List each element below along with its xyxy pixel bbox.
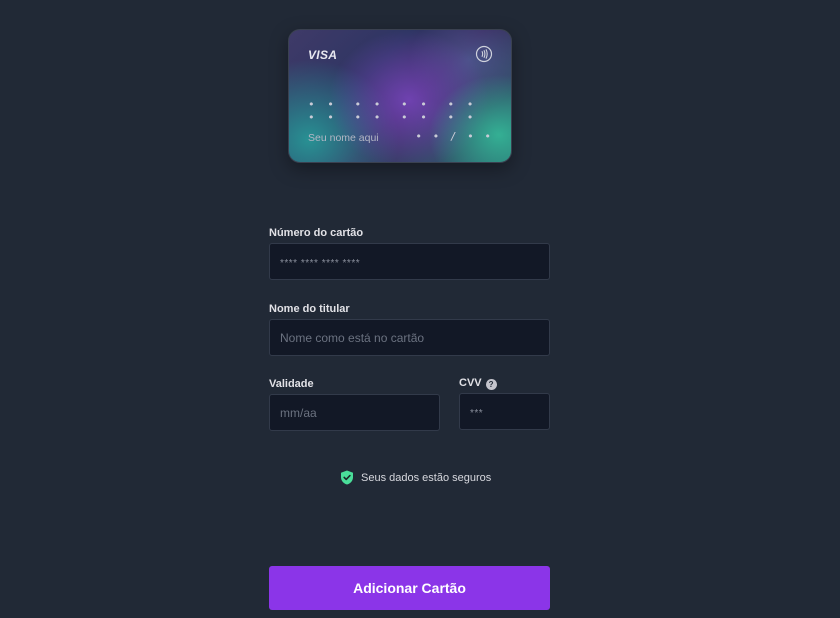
security-note: Seus dados estão seguros [340,470,491,485]
add-card-page: VISA • • • • • • • • • • • • • • • • Seu… [0,0,840,618]
expiry-label: Validade [269,378,314,390]
card-number-group: • • • • [354,98,384,124]
card-number-input[interactable] [269,243,550,280]
expiry-input[interactable] [269,394,440,431]
question-circle-icon[interactable]: ? [485,379,497,390]
cvv-label: CVV [459,377,482,389]
shield-check-icon [341,470,353,485]
card-expiry-preview: • • / • • [415,130,493,143]
card-holder-preview: Seu nome aqui [308,132,379,144]
add-card-button[interactable]: Adicionar Cartão [269,566,550,610]
holder-name-input[interactable] [269,319,550,356]
card-number-group: • • • • [401,98,430,124]
contactless-icon [475,45,493,63]
card-brand-logo: VISA [308,48,338,62]
card-preview: VISA • • • • • • • • • • • • • • • • Seu… [288,29,512,163]
card-number-label: Número do cartão [269,227,364,239]
cvv-input[interactable] [459,393,550,430]
holder-name-label: Nome do titular [269,303,350,315]
card-number-group: • • • • [308,98,337,124]
card-number-preview: • • • • • • • • • • • • • • • • [308,98,494,124]
cvv-label-row: CVV? [459,377,497,390]
card-number-group: • • • • [447,98,477,124]
security-note-text: Seus dados estão seguros [361,471,492,484]
